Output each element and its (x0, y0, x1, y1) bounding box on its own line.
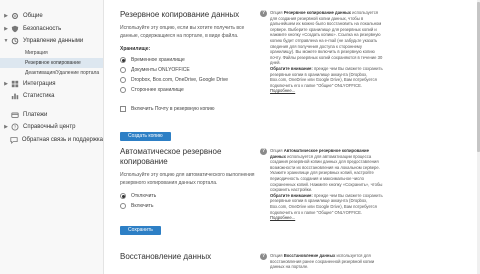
help-text: используется для создания резервной копи… (270, 10, 383, 66)
sidebar-item-statistics[interactable]: ▶ Статистика (0, 90, 103, 102)
sidebar-item-label: Управление данными (23, 38, 84, 44)
svg-text:?: ? (13, 125, 16, 130)
radio-button[interactable] (120, 193, 126, 199)
sidebar-subitem-migration[interactable]: Миграция (0, 48, 103, 58)
stats-icon (10, 92, 19, 101)
sidebar-item-feedback[interactable]: ▶ Обратная связь и поддержка (0, 134, 103, 146)
option-label: Dropbox, Box.com, OneDrive, Google Drive (131, 77, 228, 83)
sidebar-item-payments[interactable]: ▶ Платежи (0, 109, 103, 121)
help-text: Опция (270, 10, 283, 15)
storage-option-third-party[interactable]: Стороннее хранилище (120, 85, 260, 95)
help-text: Опция (270, 253, 283, 258)
chevron-right-icon[interactable]: ▶ (2, 13, 10, 19)
more-link[interactable]: Подробнее... (270, 215, 295, 220)
data-icon (10, 37, 19, 46)
auto-backup-disable[interactable]: Отключить (120, 191, 260, 201)
backup-help: ? Опция Резервное копирование данных исп… (260, 10, 384, 94)
radio-button[interactable] (120, 77, 126, 83)
help-bold: Резервное копирование данных (283, 10, 351, 15)
more-link[interactable]: Подробнее... (270, 88, 295, 93)
help-bold: Восстановление данных (283, 253, 336, 258)
storage-option-cloud[interactable]: Dropbox, Box.com, OneDrive, Google Drive (120, 75, 260, 85)
sidebar-subitem-deactivation[interactable]: Деактивация/Удаление портала (0, 68, 103, 78)
shield-icon (10, 24, 19, 33)
chevron-right-icon[interactable]: ▶ (2, 124, 10, 130)
sidebar-subitem-backup[interactable]: Резервное копирование (0, 57, 103, 68)
sidebar-item-integration[interactable]: ▶ Интеграция (0, 78, 103, 90)
option-label: Стороннее хранилище (131, 87, 184, 93)
help-bold: Обратите внимание: (270, 192, 313, 198)
sidebar-item-help-center[interactable]: ▶ ? Справочный центр (0, 121, 103, 133)
storage-option-temporary[interactable]: Временное хранилище (120, 55, 260, 65)
sidebar-item-label: Справочный центр (23, 124, 76, 130)
help-text: Опция (270, 148, 283, 153)
restore-section: Восстановление данных (120, 252, 260, 262)
option-label: Временное хранилище (131, 57, 185, 63)
radio-button[interactable] (120, 203, 126, 209)
help-text: используется для автоматизации процесса … (270, 153, 383, 193)
radio-button[interactable] (120, 57, 126, 63)
checkbox-label: Включить Почту в резервную копию (131, 106, 215, 112)
option-label: Включить (131, 203, 154, 209)
sidebar-item-security[interactable]: ▶ Безопасность (0, 23, 103, 35)
storage-label: Хранилище: (120, 46, 151, 52)
chevron-right-icon[interactable]: ▶ (2, 26, 10, 32)
auto-backup-enable[interactable]: Включить (120, 201, 260, 211)
auto-backup-description: Используйте эту опцию для автоматическог… (120, 172, 255, 186)
help-icon: ? (10, 123, 19, 132)
sidebar-subitem-label: Резервное копирование (25, 59, 81, 66)
sidebar-item-label: Обратная связь и поддержка (21, 136, 103, 143)
chevron-right-icon[interactable]: ▶ (2, 81, 10, 87)
sidebar-subitem-label: Миграция (25, 49, 48, 56)
auto-backup-section: Автоматическое резервное копирование Исп… (120, 147, 260, 236)
restore-help: ? Опция Восстановление данных использует… (260, 253, 384, 270)
save-button[interactable]: Сохранить (120, 225, 161, 235)
help-icon: ? (260, 147, 267, 155)
chevron-down-icon[interactable]: ▼ (2, 38, 10, 44)
include-mail-checkbox[interactable]: Включить Почту в резервную копию (120, 104, 260, 114)
checkbox[interactable] (120, 106, 126, 112)
radio-button[interactable] (120, 67, 126, 73)
feedback-icon (9, 135, 18, 144)
radio-button[interactable] (120, 87, 126, 93)
restore-title: Восстановление данных (120, 252, 212, 261)
create-backup-button[interactable]: Создать копию (120, 131, 171, 141)
backup-description: Используйте эту опцию, если вы хотите по… (120, 25, 245, 39)
sidebar-item-label: Платежи (23, 111, 48, 118)
help-bold: Обратите внимание: (270, 65, 313, 71)
sidebar-item-data-management[interactable]: ▼ Управление данными (0, 35, 103, 47)
auto-backup-title: Автоматическое резервное копирование (120, 147, 222, 166)
auto-backup-help: ? Опция Автоматическое резервное копиров… (260, 148, 384, 221)
help-icon: ? (260, 252, 267, 260)
sidebar-item-label: Безопасность (23, 25, 62, 32)
sidebar-item-label: Статистика (23, 93, 55, 99)
help-icon: ? (260, 9, 267, 17)
settings-sidebar: ▶ Общие ▶ Безопасность ▼ Управление данн… (0, 0, 104, 274)
option-label: Отключить (131, 193, 157, 199)
sidebar-item-general[interactable]: ▶ Общие (0, 10, 103, 22)
backup-section: Резервное копирование данных Используйте… (120, 10, 260, 142)
integration-icon (10, 79, 19, 88)
option-label: Документы ONLYOFFICE (131, 67, 190, 73)
backup-title: Резервное копирование данных (120, 10, 240, 19)
sidebar-subitem-label: Деактивация/Удаление портала (25, 69, 100, 76)
payment-icon (10, 110, 19, 119)
sidebar-item-label: Общие (23, 13, 43, 19)
gear-icon (10, 12, 19, 21)
storage-option-documents[interactable]: Документы ONLYOFFICE (120, 65, 260, 75)
sidebar-item-label: Интеграция (23, 80, 56, 87)
